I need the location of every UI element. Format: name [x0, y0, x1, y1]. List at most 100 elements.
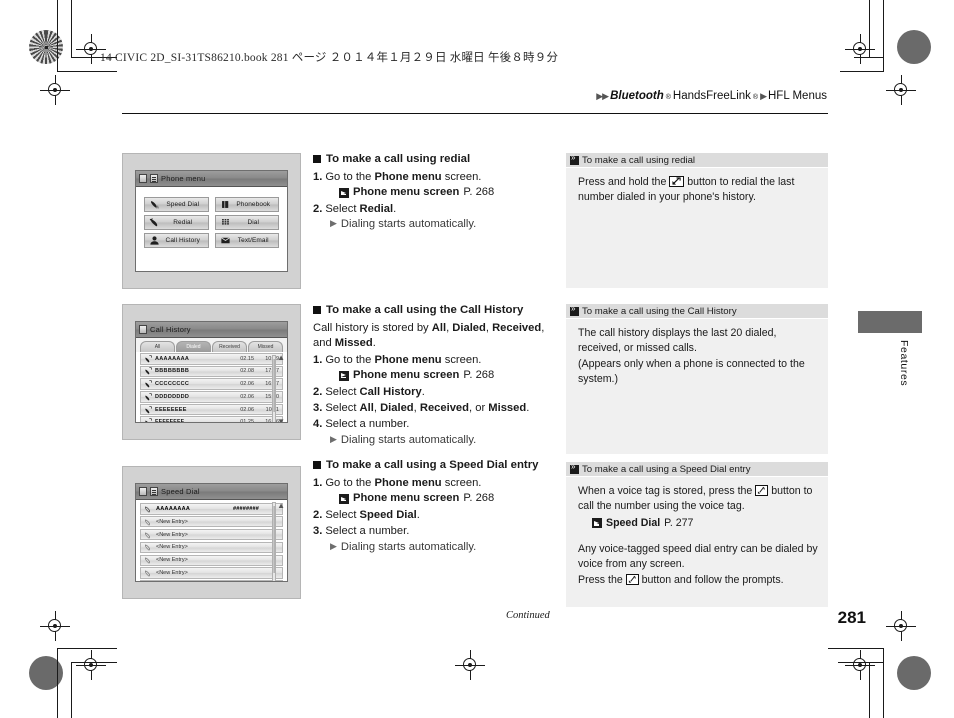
cross-reference[interactable]: Phone menu screen P. 268 — [339, 185, 558, 200]
call-history-tab-dialed[interactable]: Dialed — [176, 341, 211, 352]
scroll-up-icon[interactable]: ▲ — [277, 354, 285, 362]
outgoing-call-icon — [145, 405, 152, 413]
step-sep: , or — [469, 402, 489, 414]
call-history-name: EEEEEEEE — [155, 406, 187, 413]
step-text: Select Speed Dial. — [325, 508, 420, 523]
table-row[interactable]: AAAAAAAA 02.15 10:19 — [140, 353, 283, 365]
table-row[interactable]: DDDDDDDD 02.06 15:10 — [140, 391, 283, 403]
step-text: Go to the Phone menu screen. — [325, 170, 481, 185]
side-note-redial: To make a call using redial Press and ho… — [566, 153, 828, 288]
intro-bold: Missed — [334, 337, 373, 350]
step-post: screen. — [441, 353, 482, 366]
phone-menu-button-text-email[interactable]: Text/Email — [214, 233, 279, 248]
phone-menu-button-call-history[interactable]: Call History — [144, 233, 209, 248]
side-note-call-history: To make a call using the Call History Th… — [566, 304, 828, 454]
step-number: 2. — [313, 385, 323, 398]
list-item[interactable]: <New Entry> — [140, 554, 283, 567]
call-history-date: 02.15 — [240, 355, 254, 362]
phone-signal-icon — [139, 174, 147, 183]
speed-dial-screenshot: Speed Dial AAAAAAAA ######## <New Entry>… — [122, 466, 301, 599]
phone-menu-button-phonebook[interactable]: Phonebook — [214, 197, 279, 212]
speed-dial-name: <New Entry> — [156, 544, 188, 551]
step-pre: Go to the — [325, 353, 375, 366]
crop-line — [838, 662, 884, 663]
keypad-icon — [221, 219, 229, 225]
side-note-header: To make a call using the Call History — [566, 304, 828, 319]
cross-reference[interactable]: Phone menu screen P. 268 — [339, 491, 561, 506]
list-item[interactable]: <New Entry> — [140, 541, 283, 554]
intro-bold: All — [431, 321, 447, 334]
section-heading-text: To make a call using redial — [326, 153, 471, 165]
step-pre: Select — [325, 508, 360, 521]
step-bold: Received — [419, 402, 469, 414]
speed-dial-title: Speed Dial — [161, 487, 200, 496]
table-row[interactable]: BBBBBBBB 02.08 17:37 — [140, 365, 283, 378]
phonebook-icon — [221, 201, 228, 208]
registration-mark-top-left-inner — [40, 75, 70, 105]
crop-line — [57, 648, 58, 718]
call-history-name: BBBBBBBB — [155, 368, 190, 375]
step-bold: Speed Dial — [359, 508, 417, 521]
call-history-tab-received[interactable]: Received — [212, 341, 247, 352]
intro-post: . — [372, 337, 376, 350]
continued-label: Continued — [506, 610, 550, 621]
scrollbar-thumb[interactable] — [273, 506, 275, 574]
step-bold: Phone menu — [374, 476, 442, 489]
table-row[interactable]: EEEEEEEE 02.06 10:11 — [140, 403, 283, 416]
note-text-pre: Press and hold the — [578, 176, 670, 188]
call-history-tab-missed[interactable]: Missed — [248, 341, 283, 352]
step-item: 3. Select a number. — [313, 524, 561, 539]
voice-talk-icon — [755, 485, 769, 496]
phone-menu-button-dial[interactable]: Dial — [214, 215, 279, 230]
step-item: 2. Select Call History. — [313, 385, 558, 400]
step-number: 1. — [313, 170, 323, 183]
outgoing-call-icon — [145, 393, 152, 401]
note-paragraph: When a voice tag is stored, press the bu… — [578, 484, 818, 515]
section-intro: Call history is stored by All, Dialed, R… — [313, 321, 558, 352]
square-bullet-icon — [313, 155, 321, 163]
cross-reference-page: P. 268 — [463, 369, 495, 382]
instructions-redial: To make a call using redial 1. Go to the… — [313, 152, 558, 233]
cross-reference[interactable]: Phone menu screen P. 268 — [339, 368, 558, 383]
phone-menu-label: Dial — [247, 219, 260, 226]
cross-reference-label: Speed Dial — [606, 516, 661, 529]
registration-mark-bottom-right-inner — [845, 650, 875, 680]
call-history-tabs: All Dialed Received Missed — [136, 338, 287, 352]
list-item[interactable]: AAAAAAAA ######## — [140, 503, 283, 515]
cross-reference[interactable]: Speed Dial P. 277 — [592, 516, 818, 531]
scrollbar-thumb[interactable] — [273, 358, 275, 412]
list-item[interactable]: <New Entry> — [140, 528, 283, 541]
list-item[interactable]: <New Entry> — [140, 515, 283, 528]
side-note-body: When a voice tag is stored, press the bu… — [566, 477, 828, 596]
battery-icon — [150, 487, 158, 496]
phone-menu-button-speed-dial[interactable]: % Speed Dial — [144, 197, 209, 212]
phone-menu-button-redial[interactable]: Redial — [144, 215, 209, 230]
table-row[interactable]: FFFFFFFF 01.25 16:56 — [140, 416, 283, 422]
phone-menu-label: Call History — [165, 237, 200, 244]
step-text: Select a number. — [325, 525, 410, 538]
print-dot-mark-top-right — [897, 30, 931, 64]
list-item[interactable]: <New Entry> — [140, 567, 283, 579]
call-history-name: AAAAAAAA — [155, 355, 190, 362]
breadcrumb-arrow-1: ▶▶ — [596, 91, 609, 101]
call-history-list: AAAAAAAA 02.15 10:19 BBBBBBBB 02.08 17:3… — [136, 352, 287, 422]
table-row[interactable]: CCCCCCCC 02.06 16:47 — [140, 378, 283, 390]
crop-line — [71, 662, 117, 663]
crop-line — [869, 0, 870, 58]
scroll-up-icon[interactable]: ▲ — [277, 502, 285, 510]
phone-signal-icon — [139, 487, 147, 496]
crop-line — [883, 648, 884, 718]
scroll-down-icon[interactable]: ▼ — [277, 417, 285, 422]
call-history-tab-all[interactable]: All — [140, 341, 175, 352]
speed-dial-scrollbar[interactable] — [272, 502, 276, 581]
registration-mark-bottom-center — [455, 650, 485, 680]
call-history-date: 02.08 — [240, 368, 254, 375]
step-post: screen. — [441, 170, 482, 183]
call-history-scrollbar[interactable] — [272, 355, 276, 422]
step-item: 2. Select Speed Dial. — [313, 508, 561, 523]
note-paragraph: Press the button and follow the prompts. — [578, 573, 818, 588]
step-item: 2. Select Redial. — [313, 202, 558, 217]
instructions-speed-dial: To make a call using a Speed Dial entry … — [313, 458, 561, 555]
list-item[interactable]: <New Entry> — [140, 580, 283, 581]
phone-menu-titlebar: Phone menu — [136, 171, 287, 187]
